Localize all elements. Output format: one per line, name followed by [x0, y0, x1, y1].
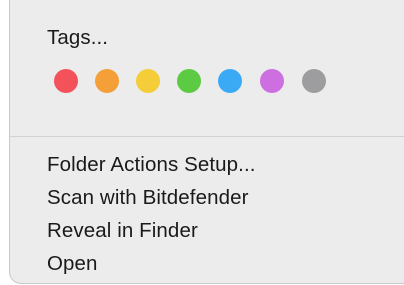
menu-item-scan-with-bitdefender[interactable]: Scan with Bitdefender [47, 186, 249, 210]
context-menu: Tags... Folder Actions Setup... Scan wit… [9, 0, 404, 284]
menu-item-tags[interactable]: Tags... [47, 26, 108, 50]
tag-color-blue[interactable] [218, 69, 242, 93]
menu-item-reveal-in-finder[interactable]: Reveal in Finder [47, 219, 198, 243]
menu-item-open[interactable]: Open [47, 252, 98, 276]
menu-separator [10, 136, 404, 137]
tag-color-purple[interactable] [260, 69, 284, 93]
tag-color-green[interactable] [177, 69, 201, 93]
menu-item-folder-actions-setup[interactable]: Folder Actions Setup... [47, 153, 256, 177]
tag-color-orange[interactable] [95, 69, 119, 93]
tag-color-red[interactable] [54, 69, 78, 93]
tag-color-yellow[interactable] [136, 69, 160, 93]
tag-color-gray[interactable] [302, 69, 326, 93]
